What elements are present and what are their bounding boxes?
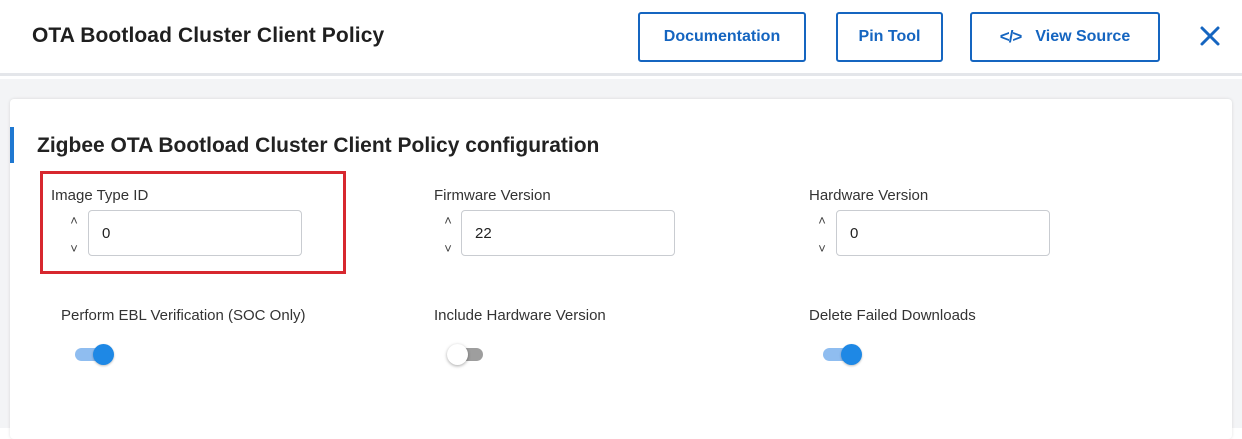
- ebl-verification-toggle[interactable]: [73, 342, 117, 368]
- section-title: Zigbee OTA Bootload Cluster Client Polic…: [37, 134, 600, 157]
- include-hardware-version-toggle[interactable]: [447, 342, 491, 368]
- view-source-button[interactable]: </> View Source: [970, 12, 1160, 62]
- dialog-content: Zigbee OTA Bootload Cluster Client Polic…: [0, 79, 1242, 439]
- ebl-verification-label: Perform EBL Verification (SOC Only): [61, 307, 306, 324]
- chevron-down-icon[interactable]: ˅: [813, 240, 831, 258]
- hardware-version-stepper: ˄ ˅: [813, 212, 831, 258]
- configuration-card: Zigbee OTA Bootload Cluster Client Polic…: [10, 99, 1232, 439]
- documentation-button-label: Documentation: [663, 28, 781, 45]
- code-icon: </>: [999, 27, 1023, 46]
- section-accent-bar: [10, 127, 14, 163]
- toggle-knob: [841, 344, 862, 365]
- chevron-up-icon[interactable]: ˄: [813, 212, 831, 230]
- pin-tool-button[interactable]: Pin Tool: [836, 12, 943, 62]
- toggle-knob: [93, 344, 114, 365]
- firmware-version-stepper: ˄ ˅: [439, 212, 457, 258]
- close-icon[interactable]: [1192, 18, 1228, 54]
- firmware-version-input[interactable]: [461, 210, 675, 256]
- documentation-button[interactable]: Documentation: [638, 12, 806, 62]
- pin-tool-button-label: Pin Tool: [858, 28, 921, 45]
- hardware-version-input[interactable]: [836, 210, 1050, 256]
- include-hardware-version-label: Include Hardware Version: [434, 307, 606, 324]
- delete-failed-downloads-label: Delete Failed Downloads: [809, 307, 976, 324]
- dialog-title: OTA Bootload Cluster Client Policy: [32, 24, 385, 47]
- delete-failed-downloads-toggle[interactable]: [821, 342, 865, 368]
- dialog-header: OTA Bootload Cluster Client Policy Docum…: [0, 0, 1242, 76]
- hardware-version-label: Hardware Version: [809, 187, 929, 204]
- highlight-annotation-box: [40, 171, 346, 274]
- firmware-version-label: Firmware Version: [434, 187, 551, 204]
- toggle-knob: [447, 344, 468, 365]
- chevron-down-icon[interactable]: ˅: [439, 240, 457, 258]
- chevron-up-icon[interactable]: ˄: [439, 212, 457, 230]
- close-icon-glyph: [1200, 26, 1220, 46]
- view-source-button-label: View Source: [1035, 28, 1131, 45]
